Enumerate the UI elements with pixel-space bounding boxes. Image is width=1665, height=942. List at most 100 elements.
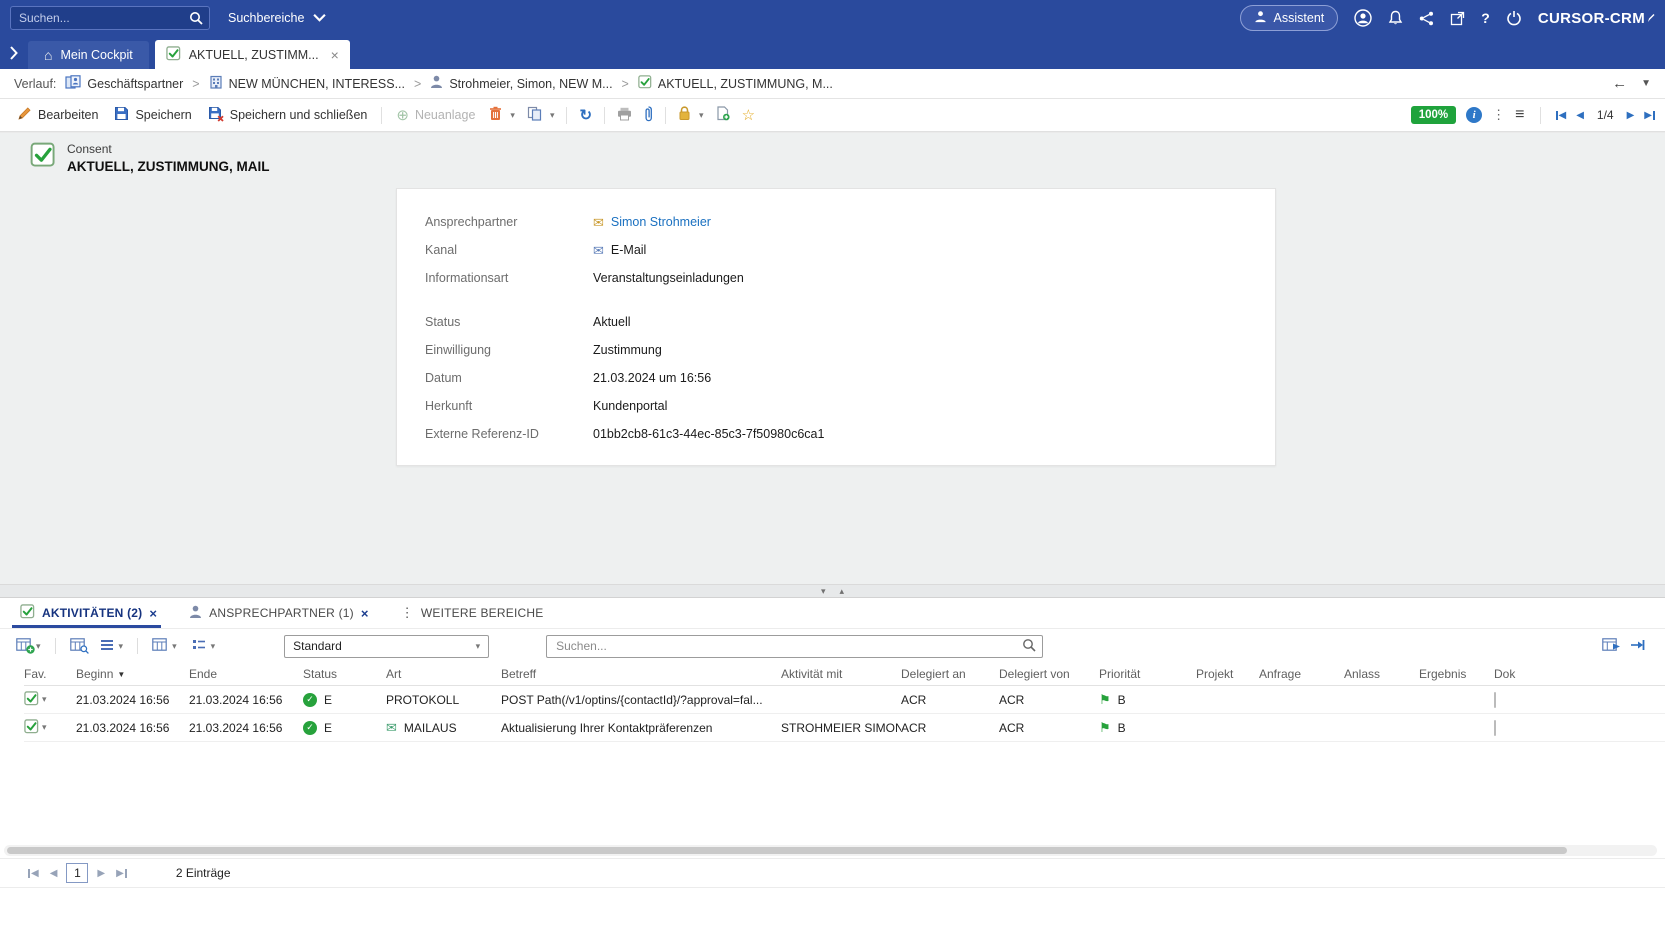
column-header-anfrage[interactable]: Anfrage bbox=[1259, 667, 1344, 681]
next-page-button[interactable]: ▶ bbox=[95, 866, 107, 881]
column-settings-button[interactable]: ▾ bbox=[148, 635, 181, 657]
scrollbar-thumb[interactable] bbox=[7, 847, 1567, 854]
copy-transfer-button[interactable]: ▾ bbox=[522, 102, 560, 128]
panel-splitter[interactable]: ▾ ▴ bbox=[0, 584, 1665, 598]
cell-delegiert-von: ACR bbox=[999, 721, 1099, 735]
next-record-button[interactable]: ▶ bbox=[1627, 110, 1635, 121]
horizontal-scrollbar[interactable] bbox=[4, 845, 1657, 856]
assistant-button[interactable]: Assistent bbox=[1240, 5, 1339, 31]
profile-icon[interactable] bbox=[1354, 9, 1372, 27]
previous-page-button[interactable]: ◀ bbox=[48, 866, 60, 881]
brand-label: CURSOR-CRM bbox=[1538, 10, 1645, 27]
power-logout-icon[interactable] bbox=[1506, 10, 1522, 26]
dok-checkbox[interactable] bbox=[1494, 692, 1496, 708]
search-areas-label: Suchbereiche bbox=[228, 11, 304, 25]
search-in-table-button[interactable] bbox=[66, 635, 89, 657]
table-row[interactable]: ▾ 21.03.2024 16:56 21.03.2024 16:56 ✓E P… bbox=[24, 686, 1665, 714]
assistant-person-icon bbox=[1254, 10, 1267, 26]
chevron-down-icon: ▾ bbox=[550, 110, 555, 121]
edit-button[interactable]: Bearbeiten bbox=[10, 102, 105, 128]
info-icon[interactable]: i bbox=[1466, 107, 1482, 123]
last-page-button[interactable]: ▶ bbox=[114, 866, 129, 881]
breadcrumb-item-company[interactable]: NEW MÜNCHEN, INTERESS... bbox=[209, 75, 405, 92]
breadcrumb-item-consent[interactable]: AKTUELL, ZUSTIMMUNG, M... bbox=[638, 75, 833, 92]
tab-aktivitaeten[interactable]: AKTIVITÄTEN (2) × bbox=[20, 598, 157, 628]
tab-ansprechpartner[interactable]: ANSPRECHPARTNER (1) × bbox=[189, 598, 369, 628]
current-page-button[interactable]: 1 bbox=[66, 863, 88, 883]
search-icon[interactable] bbox=[1022, 638, 1036, 655]
breadcrumb-item-geschaeftspartner[interactable]: Geschäftspartner bbox=[65, 75, 183, 92]
new-record-button[interactable]: ⊕ Neuanlage bbox=[389, 104, 482, 127]
column-header-fav[interactable]: Fav. bbox=[24, 667, 76, 681]
activity-check-icon[interactable] bbox=[24, 719, 39, 737]
previous-record-button[interactable]: ◀ bbox=[1576, 110, 1584, 121]
close-icon[interactable]: × bbox=[149, 606, 157, 621]
close-icon[interactable]: × bbox=[361, 606, 369, 621]
search-icon[interactable] bbox=[183, 11, 209, 25]
tab-weitere-bereiche[interactable]: ⋮ WEITERE BEREICHE bbox=[401, 598, 544, 628]
breadcrumb-item-contact[interactable]: Strohmeier, Simon, NEW M... bbox=[430, 75, 612, 92]
column-header-prioritaet[interactable]: Priorität bbox=[1099, 667, 1196, 681]
form-row-ansprechpartner: Ansprechpartner ✉ Simon Strohmeier bbox=[425, 208, 1275, 236]
search-areas-dropdown[interactable]: Suchbereiche bbox=[222, 7, 332, 29]
chevron-down-icon[interactable]: ▾ bbox=[42, 694, 47, 705]
table-row[interactable]: ▾ 21.03.2024 16:56 21.03.2024 16:56 ✓E ✉… bbox=[24, 714, 1665, 742]
global-search-input[interactable] bbox=[11, 11, 183, 25]
delete-button[interactable]: ▾ bbox=[484, 102, 520, 128]
share-icon[interactable] bbox=[1419, 11, 1434, 26]
external-link-icon[interactable] bbox=[1450, 11, 1465, 26]
column-header-betreff[interactable]: Betreff bbox=[501, 667, 781, 681]
help-icon[interactable]: ? bbox=[1481, 10, 1490, 26]
tab-mein-cockpit[interactable]: ⌂ Mein Cockpit bbox=[28, 41, 149, 69]
contact-link[interactable]: Simon Strohmeier bbox=[611, 215, 711, 229]
grid-search-input[interactable] bbox=[556, 639, 1022, 653]
row-layout-button[interactable]: ▾ bbox=[188, 636, 220, 657]
collapse-panel-icon[interactable] bbox=[1630, 638, 1645, 655]
column-header-art[interactable]: Art bbox=[386, 667, 501, 681]
chevron-down-icon[interactable]: ▾ bbox=[42, 722, 47, 733]
first-page-button[interactable]: ◀ bbox=[26, 866, 41, 881]
lock-button[interactable]: ▾ bbox=[673, 102, 709, 128]
save-button[interactable]: Speichern bbox=[107, 102, 198, 128]
collapse-down-icon[interactable]: ▾ bbox=[821, 587, 826, 596]
save-close-button[interactable]: Speichern und schließen bbox=[201, 102, 375, 129]
export-table-icon[interactable] bbox=[1602, 638, 1617, 654]
notifications-bell-icon[interactable] bbox=[1388, 10, 1403, 26]
priority-flag-icon: ⚑ bbox=[1099, 721, 1111, 734]
column-header-beginn[interactable]: Beginn▼ bbox=[76, 667, 189, 681]
home-icon: ⌂ bbox=[44, 47, 52, 63]
dok-checkbox[interactable] bbox=[1494, 720, 1496, 736]
column-header-delegiert-von[interactable]: Delegiert von bbox=[999, 667, 1099, 681]
more-options-icon[interactable]: ⋮ bbox=[1492, 107, 1505, 123]
column-header-ergebnis[interactable]: Ergebnis bbox=[1419, 667, 1494, 681]
activity-check-icon[interactable] bbox=[24, 691, 39, 709]
cell-beginn: 21.03.2024 16:56 bbox=[76, 721, 189, 735]
collapse-up-icon[interactable]: ▴ bbox=[840, 587, 845, 596]
close-icon[interactable]: × bbox=[331, 47, 339, 63]
column-header-aktivitaet-mit[interactable]: Aktivität mit bbox=[781, 667, 901, 681]
list-menu-button[interactable]: ▾ bbox=[96, 636, 128, 657]
column-header-delegiert-an[interactable]: Delegiert an bbox=[901, 667, 999, 681]
column-header-projekt[interactable]: Projekt bbox=[1196, 667, 1259, 681]
last-record-button[interactable]: ▶ bbox=[1644, 110, 1655, 121]
column-header-anlass[interactable]: Anlass bbox=[1344, 667, 1419, 681]
column-header-status[interactable]: Status bbox=[303, 667, 386, 681]
column-header-ende[interactable]: Ende bbox=[189, 667, 303, 681]
grid-search bbox=[546, 635, 1043, 658]
favorite-button[interactable]: ☆ bbox=[737, 104, 760, 127]
grid-toolbar: ▾ ▾ ▾ ▾ Standard ▾ bbox=[0, 629, 1665, 663]
column-header-dok[interactable]: Dok bbox=[1494, 667, 1554, 681]
menu-icon[interactable]: ≡ bbox=[1515, 106, 1524, 124]
first-record-button[interactable]: ◀ bbox=[1556, 110, 1567, 121]
printer-icon bbox=[617, 107, 632, 124]
expand-sidebar-icon[interactable] bbox=[0, 46, 26, 60]
history-dropdown-icon[interactable]: ▼ bbox=[1641, 78, 1651, 89]
print-button[interactable] bbox=[612, 103, 637, 128]
new-activity-button[interactable]: ▾ bbox=[12, 635, 45, 657]
attachment-button[interactable] bbox=[639, 102, 658, 129]
tab-consent-active[interactable]: AKTUELL, ZUSTIMM... × bbox=[155, 40, 350, 69]
back-arrow-icon[interactable]: ← bbox=[1612, 75, 1627, 92]
view-select[interactable]: Standard ▾ bbox=[284, 635, 489, 658]
refresh-button[interactable]: ↻ bbox=[574, 104, 597, 127]
add-document-button[interactable] bbox=[711, 102, 735, 128]
